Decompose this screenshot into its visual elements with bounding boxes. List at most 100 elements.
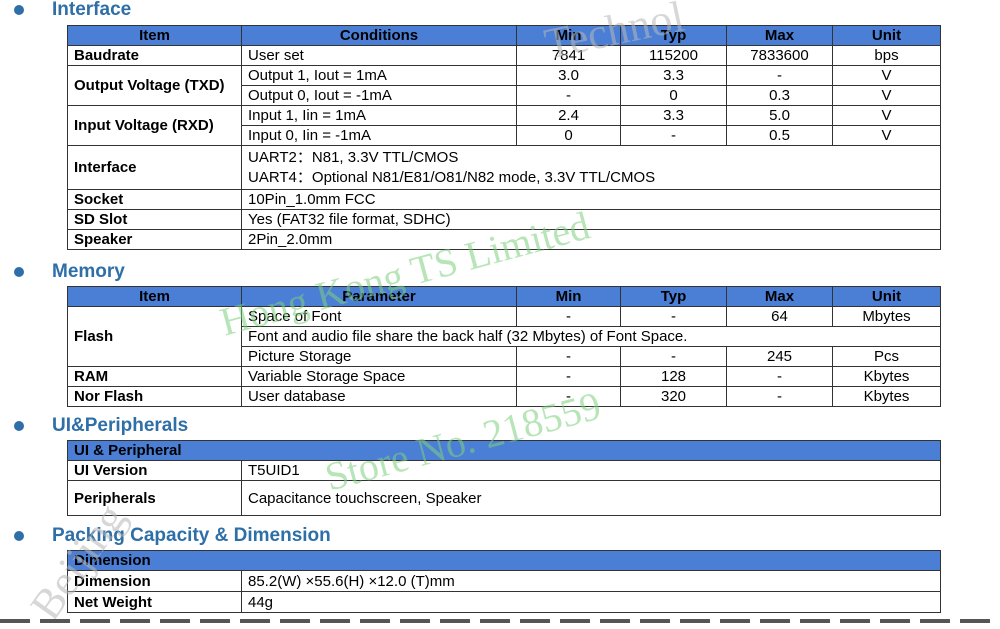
row-item: Interface [67,145,242,190]
row-cond: Input 1, Iin = 1mA [241,105,517,126]
row-param: Font and audio file share the back half … [241,326,941,347]
header-min: Min [516,25,621,46]
section-title-text: UI&Peripherals [52,415,189,436]
row-max: 0.3 [726,85,833,106]
header-item: Item [67,286,242,307]
row-value: 85.2(W) ×55.6(H) ×12.0 (T)mm [241,570,941,592]
row-unit: Mbytes [832,306,941,327]
table-row: SD Slot Yes (FAT32 file format, SDHC) [67,209,941,230]
section-title-interface: Interface [14,0,131,22]
table-header-row: Item Conditions Min Typ Max Unit [67,25,941,46]
table-row: Flash Space of Font - - 64 Mbytes [67,306,941,367]
row-value: Yes (FAT32 file format, SDHC) [241,209,941,230]
table-row: Nor Flash User database - 320 - Kbytes [67,386,941,407]
interface-line-2: UART4：Optional N81/E81/O81/N82 mode, 3.3… [248,168,656,186]
row-param: Space of Font [241,306,517,327]
row-param: Picture Storage [241,346,517,367]
row-typ: - [620,306,727,327]
row-value: T5UID1 [240,460,942,481]
row-item: Speaker [67,229,242,250]
table-row: Output Voltage (TXD) Output 1, Iout = 1m… [67,65,941,106]
bullet-icon [14,531,24,541]
row-min: - [516,85,621,106]
table-header-row: Dimension [67,550,941,571]
page-bottom-border [0,619,1000,623]
header-ui-peripheral: UI & Peripheral [66,440,942,461]
row-unit: V [832,125,941,146]
table-row: Peripherals Capacitance touchscreen, Spe… [67,480,942,516]
row-max: - [726,386,833,407]
row-value: Capacitance touchscreen, Speaker [240,480,942,516]
row-item: UI Version [67,460,242,481]
row-item: Flash [67,306,242,367]
row-max: 5.0 [726,105,833,126]
header-max: Max [726,25,833,46]
row-typ: 320 [620,386,727,407]
table-header-row: Item Parameter Min Typ Max Unit [67,286,941,307]
header-item: Item [67,25,242,46]
section-title-text: Packing Capacity & Dimension [52,525,331,546]
section-title-text: Memory [52,261,125,282]
row-value: UART2：N81, 3.3V TTL/CMOS UART4：Optional … [241,145,941,190]
row-typ: 0 [620,85,727,106]
row-cond: User set [241,45,517,66]
row-min: 3.0 [516,65,621,86]
ui-peripherals-table: UI & Peripheral UI Version T5UID1 Periph… [66,440,942,516]
row-value: 44g [241,591,941,613]
row-min: 7841 [516,45,621,66]
header-min: Min [516,286,621,307]
row-unit: V [832,105,941,126]
interface-table: Item Conditions Min Typ Max Unit Baudrat… [67,25,941,250]
row-min: - [516,306,621,327]
row-typ: 115200 [620,45,727,66]
interface-line-1: UART2：N81, 3.3V TTL/CMOS [248,148,459,166]
row-item: Net Weight [67,591,242,613]
bullet-icon [14,421,24,431]
row-max: - [726,366,833,387]
row-item: Output Voltage (TXD) [67,65,242,106]
row-item: RAM [67,366,242,387]
header-typ: Typ [620,286,727,307]
row-typ: 3.3 [620,65,727,86]
memory-table: Item Parameter Min Typ Max Unit Flash Sp… [67,286,941,407]
table-header-row: UI & Peripheral [66,440,942,461]
table-row: Net Weight 44g [67,591,941,613]
row-min: 2.4 [516,105,621,126]
header-dimension: Dimension [67,550,941,571]
row-item: Peripherals [67,480,242,516]
row-item: SD Slot [67,209,242,230]
row-unit: bps [832,45,941,66]
table-row: Baudrate User set 7841 115200 7833600 bp… [67,45,941,66]
row-param: User database [241,386,517,407]
table-row: Speaker 2Pin_2.0mm [67,229,941,250]
row-unit: V [832,65,941,86]
row-value: 10Pin_1.0mm FCC [241,189,941,210]
table-row: Socket 10Pin_1.0mm FCC [67,189,941,210]
row-unit: V [832,85,941,106]
row-cond: Output 0, Iout = -1mA [241,85,517,106]
row-min: - [516,366,621,387]
row-typ: 3.3 [620,105,727,126]
section-title-ui-peripherals: UI&Peripherals [14,414,188,438]
header-unit: Unit [832,286,941,307]
row-max: - [726,65,833,86]
row-cond: Input 0, Iin = -1mA [241,125,517,146]
row-param: Variable Storage Space [241,366,517,387]
section-title-text: Interface [52,0,132,20]
table-row: Dimension 85.2(W) ×55.6(H) ×12.0 (T)mm [67,570,941,592]
row-value: 2Pin_2.0mm [241,229,941,250]
row-max: 0.5 [726,125,833,146]
row-typ: - [620,346,727,367]
header-unit: Unit [832,25,941,46]
row-unit: Kbytes [832,366,941,387]
row-item: Dimension [67,570,242,592]
table-row: Input Voltage (RXD) Input 1, Iin = 1mA 2… [67,105,941,146]
row-max: 245 [726,346,833,367]
row-max: 7833600 [726,45,833,66]
row-min: - [516,346,621,367]
row-typ: - [620,125,727,146]
section-title-packing: Packing Capacity & Dimension [14,524,331,548]
header-parameter: Parameter [241,286,517,307]
row-item: Input Voltage (RXD) [67,105,242,146]
row-item: Baudrate [67,45,242,66]
